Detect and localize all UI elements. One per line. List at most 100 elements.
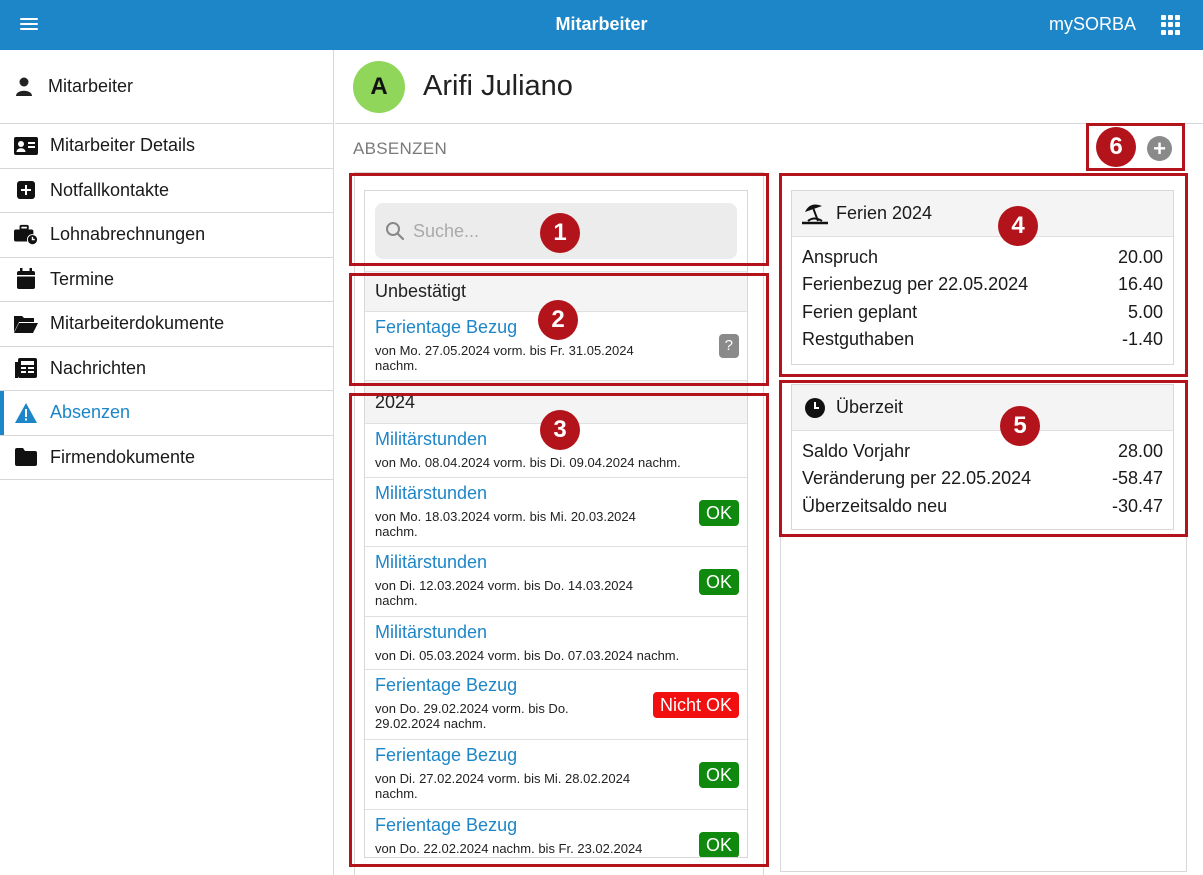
absence-list[interactable]: Unbestätigt Ferientage Bezug von Mo. 27.… — [364, 190, 748, 858]
section-title: ABSENZEN — [353, 139, 448, 158]
hamburger-menu-icon[interactable] — [20, 15, 38, 33]
sidebar-item-firmendokumente[interactable]: Firmendokumente — [0, 436, 333, 480]
add-absence-button[interactable]: + — [1147, 136, 1172, 161]
entry-date: von Mo. 27.05.2024 vorm. bis Fr. 31.05.2… — [375, 343, 634, 373]
entry-date: von Di. 05.03.2024 vorm. bis Do. 07.03.2… — [375, 648, 680, 663]
user-icon — [14, 77, 34, 97]
status-badge-pending: ? — [718, 334, 739, 358]
group-header-pending: Unbestätigt — [365, 272, 747, 312]
overtime-row: Überzeitsaldo neu -30.47 — [792, 493, 1173, 520]
sidebar-item-label: Absenzen — [50, 402, 131, 423]
right-column-frame — [780, 532, 1187, 872]
absence-list-column: Unbestätigt Ferientage Bezug von Mo. 27.… — [354, 172, 764, 875]
folder-open-icon — [14, 313, 38, 335]
vacation-row: Anspruch 20.00 — [792, 244, 1173, 271]
status-badge-ok: OK — [698, 762, 739, 788]
entry-title: Militärstunden — [375, 622, 488, 642]
row-label: Restguthaben — [802, 328, 915, 349]
person-header: A Arifi Juliano — [335, 50, 1203, 124]
vacation-row: Ferien geplant 5.00 — [792, 299, 1173, 326]
sidebar-header-label: Mitarbeiter — [48, 76, 134, 96]
entry-title: Ferientage Bezug — [375, 745, 518, 765]
sidebar-item-mitarbeiterdokumente[interactable]: Mitarbeiterdokumente — [0, 302, 333, 347]
group-header-year: 2024 — [365, 381, 747, 424]
row-label: Anspruch — [802, 247, 879, 267]
row-label: Ferien geplant — [802, 301, 918, 322]
page-title: Mitarbeiter — [555, 14, 648, 34]
list-item[interactable]: Ferientage Bezug von Do. 29.02.2024 vorm… — [365, 670, 747, 740]
row-value: 5.00 — [1127, 301, 1163, 322]
list-item[interactable]: Ferientage Bezug von Di. 27.02.2024 vorm… — [365, 740, 747, 810]
main-content: A Arifi Juliano ABSENZEN + Unbestätigt F… — [335, 50, 1203, 875]
entry-date: von Di. 27.02.2024 vorm. bis Mi. 28.02.2… — [375, 771, 631, 801]
sidebar-item-mitarbeiter-details[interactable]: Mitarbeiter Details — [0, 124, 333, 169]
row-value: 16.40 — [1117, 274, 1163, 295]
beach-umbrella-icon — [802, 202, 828, 226]
sidebar-item-label: Firmendokumente — [50, 446, 196, 467]
sidebar-item-lohnabrechnungen[interactable]: Lohnabrechnungen — [0, 213, 333, 258]
sidebar-item-nachrichten[interactable]: Nachrichten — [0, 347, 333, 391]
sidebar-header[interactable]: Mitarbeiter — [0, 50, 333, 124]
folder-icon — [14, 446, 38, 468]
list-item[interactable]: Ferientage Bezug von Mo. 27.05.2024 vorm… — [365, 312, 747, 381]
entry-date: von Mo. 18.03.2024 vorm. bis Mi. 20.03.2… — [375, 509, 636, 539]
search-box[interactable] — [375, 203, 737, 259]
sidebar-item-label: Notfallkontakte — [50, 179, 170, 200]
entry-title: Ferientage Bezug — [375, 317, 518, 337]
search-bar — [365, 191, 747, 272]
row-label: Überzeitsaldo neu — [802, 495, 948, 516]
plus-square-icon — [14, 179, 38, 201]
row-value: 28.00 — [1117, 441, 1163, 461]
row-value: -1.40 — [1121, 328, 1163, 349]
row-label: Saldo Vorjahr — [802, 441, 911, 461]
avatar: A — [353, 60, 405, 113]
entry-date: von Do. 29.02.2024 vorm. bis Do. 29.02.2… — [375, 701, 569, 731]
sidebar: Mitarbeiter Mitarbeiter Details Notfallk… — [0, 50, 334, 875]
list-item[interactable]: Militärstunden von Mo. 08.04.2024 vorm. … — [365, 424, 747, 478]
status-badge-nicht-ok: Nicht OK — [652, 692, 739, 718]
overtime-card-title: Überzeit — [836, 397, 904, 417]
row-label: Veränderung per 22.05.2024 — [802, 468, 1032, 489]
row-value: -58.47 — [1111, 468, 1163, 489]
sidebar-item-label: Nachrichten — [50, 357, 147, 378]
brand-link[interactable]: mySORBA — [1049, 14, 1136, 35]
overtime-card: Überzeit Saldo Vorjahr 28.00 Veränderung … — [791, 384, 1174, 530]
status-badge-ok: OK — [698, 500, 739, 526]
entry-date: von Di. 12.03.2024 vorm. bis Do. 14.03.2… — [375, 578, 633, 608]
list-item[interactable]: Militärstunden von Di. 12.03.2024 vorm. … — [365, 547, 747, 617]
vacation-card-header: Ferien 2024 — [792, 191, 1173, 237]
list-item[interactable]: Ferientage Bezug von Do. 22.02.2024 nach… — [365, 810, 747, 857]
entry-date: von Do. 22.02.2024 nachm. bis Fr. 23.02.… — [375, 841, 643, 856]
calendar-icon — [14, 268, 38, 290]
sidebar-item-label: Termine — [50, 268, 115, 289]
entry-title: Militärstunden — [375, 552, 488, 572]
row-label: Ferienbezug per 22.05.2024 — [802, 274, 1029, 295]
app-grid-icon[interactable] — [1161, 15, 1181, 35]
entry-title: Militärstunden — [375, 483, 488, 503]
overtime-card-header: Überzeit — [792, 385, 1173, 431]
entry-title: Ferientage Bezug — [375, 815, 518, 835]
list-item[interactable]: Militärstunden von Di. 05.03.2024 vorm. … — [365, 617, 747, 670]
newspaper-icon — [14, 357, 38, 379]
overtime-row: Veränderung per 22.05.2024 -58.47 — [792, 465, 1173, 492]
sidebar-item-label: Mitarbeiter Details — [50, 135, 196, 156]
row-value: 20.00 — [1117, 247, 1163, 267]
list-item[interactable]: Militärstunden von Mo. 18.03.2024 vorm. … — [365, 478, 747, 547]
sidebar-item-absenzen[interactable]: Absenzen — [0, 391, 333, 436]
status-badge-ok: OK — [698, 569, 739, 595]
vacation-row: Ferienbezug per 22.05.2024 16.40 — [792, 271, 1173, 298]
sidebar-item-label: Lohnabrechnungen — [50, 224, 206, 245]
sidebar-item-notfallkontakte[interactable]: Notfallkontakte — [0, 169, 333, 213]
entry-title: Militärstunden — [375, 429, 488, 449]
id-card-icon — [14, 135, 38, 157]
vacation-card: Ferien 2024 Anspruch 20.00 Ferienbezug pe… — [791, 190, 1174, 365]
overtime-row: Saldo Vorjahr 28.00 — [792, 438, 1173, 465]
entry-date: von Mo. 08.04.2024 vorm. bis Di. 09.04.2… — [375, 455, 681, 470]
warning-icon — [14, 402, 38, 424]
search-input[interactable] — [413, 220, 713, 242]
person-name: Arifi Juliano — [423, 70, 573, 102]
vacation-row: Restguthaben -1.40 — [792, 326, 1173, 353]
search-icon — [386, 222, 405, 241]
clock-icon — [802, 396, 828, 420]
sidebar-item-termine[interactable]: Termine — [0, 258, 333, 302]
